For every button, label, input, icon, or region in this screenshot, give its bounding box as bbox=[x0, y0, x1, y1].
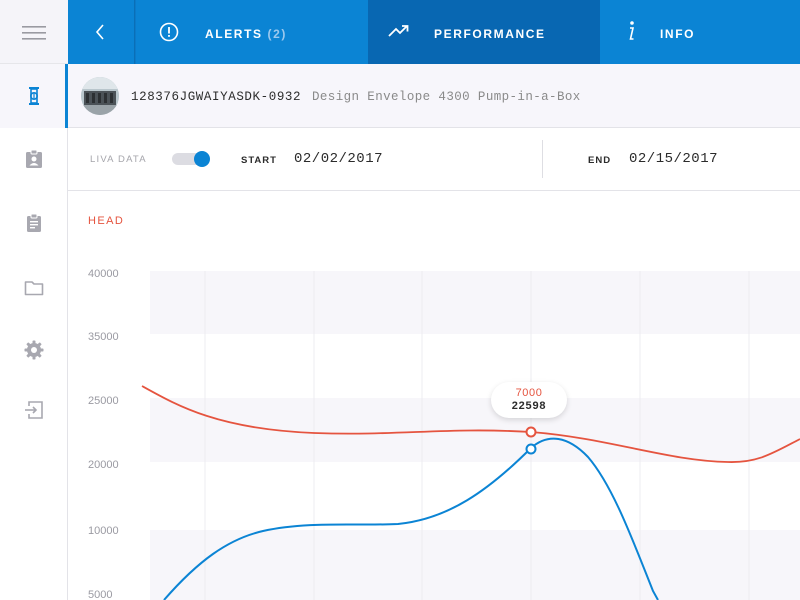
alert-circle-icon bbox=[159, 22, 179, 42]
sidebar-item-folder[interactable] bbox=[0, 256, 68, 320]
tab-performance-label: PERFORMANCE bbox=[434, 27, 546, 41]
pump-icon bbox=[29, 87, 39, 105]
sidebar-item-pump[interactable] bbox=[0, 64, 68, 128]
alerts-count-badge: (2) bbox=[267, 27, 288, 41]
chevron-left-icon bbox=[95, 24, 104, 40]
sidebar-item-logout[interactable] bbox=[0, 384, 68, 448]
filter-bar: LIVA DATA START 02/02/2017 END 02/15/201… bbox=[68, 128, 800, 191]
start-label: START bbox=[241, 155, 277, 166]
hamburger-menu-icon bbox=[22, 26, 46, 40]
folder-icon bbox=[24, 281, 44, 296]
logout-icon bbox=[25, 401, 43, 419]
toggle-knob bbox=[194, 151, 210, 167]
tab-info-label: INFO bbox=[660, 27, 696, 41]
clipboard-icon bbox=[27, 213, 41, 232]
tab-alerts[interactable]: ALERTS (2) bbox=[136, 0, 368, 64]
chart-band bbox=[150, 271, 800, 334]
y-tick-label: 5000 bbox=[88, 589, 112, 600]
start-date-field[interactable]: 02/02/2017 bbox=[294, 151, 383, 167]
device-header: 128376JGWAIYASDK-0932 Design Envelope 43… bbox=[68, 64, 800, 128]
sidebar-item-clipboard[interactable] bbox=[0, 192, 68, 256]
device-thumbnail bbox=[81, 77, 119, 115]
y-tick-label: 25000 bbox=[88, 395, 119, 407]
tooltip-flow-value: 22598 bbox=[511, 400, 547, 412]
y-tick-label: 20000 bbox=[88, 459, 119, 471]
live-data-toggle[interactable] bbox=[172, 151, 210, 167]
chart-canvas: 40000 35000 25000 20000 10000 5000 bbox=[88, 268, 800, 600]
end-date-field[interactable]: 02/15/2017 bbox=[629, 151, 718, 167]
chart-tooltip: 7000 22598 bbox=[491, 382, 567, 418]
y-tick-label: 35000 bbox=[88, 331, 119, 343]
info-icon bbox=[629, 21, 635, 40]
tooltip-head-value: 7000 bbox=[515, 387, 543, 399]
tab-alerts-text: ALERTS (2) bbox=[205, 27, 287, 41]
end-label: END bbox=[588, 155, 612, 166]
tab-alerts-label: ALERTS bbox=[205, 27, 263, 41]
filter-divider bbox=[542, 140, 543, 178]
y-tick-label: 10000 bbox=[88, 525, 119, 537]
device-photo bbox=[81, 77, 119, 115]
sidebar-item-settings[interactable] bbox=[0, 320, 68, 384]
sidebar bbox=[0, 0, 68, 600]
device-id: 128376JGWAIYASDK-0932 bbox=[131, 90, 302, 104]
live-data-label: LIVA DATA bbox=[90, 154, 147, 165]
flow-point-marker[interactable] bbox=[525, 443, 537, 455]
top-navigation: ALERTS (2) PERFORMANCE INFO bbox=[68, 0, 800, 64]
tab-info[interactable]: INFO bbox=[600, 0, 800, 64]
back-button[interactable] bbox=[68, 0, 135, 64]
menu-button[interactable] bbox=[0, 0, 68, 64]
head-point-marker[interactable] bbox=[525, 426, 537, 438]
sidebar-item-badge[interactable] bbox=[0, 128, 68, 192]
trend-up-icon bbox=[388, 25, 409, 37]
tab-performance[interactable]: PERFORMANCE bbox=[368, 0, 600, 64]
performance-chart: 40000 35000 25000 20000 10000 5000 HEAD … bbox=[68, 191, 800, 600]
chart-title: HEAD bbox=[88, 215, 125, 227]
y-tick-label: 40000 bbox=[88, 268, 119, 280]
gear-icon bbox=[24, 340, 44, 360]
id-badge-icon bbox=[26, 149, 42, 168]
chart-band bbox=[150, 530, 800, 600]
device-name: Design Envelope 4300 Pump-in-a-Box bbox=[312, 90, 581, 104]
